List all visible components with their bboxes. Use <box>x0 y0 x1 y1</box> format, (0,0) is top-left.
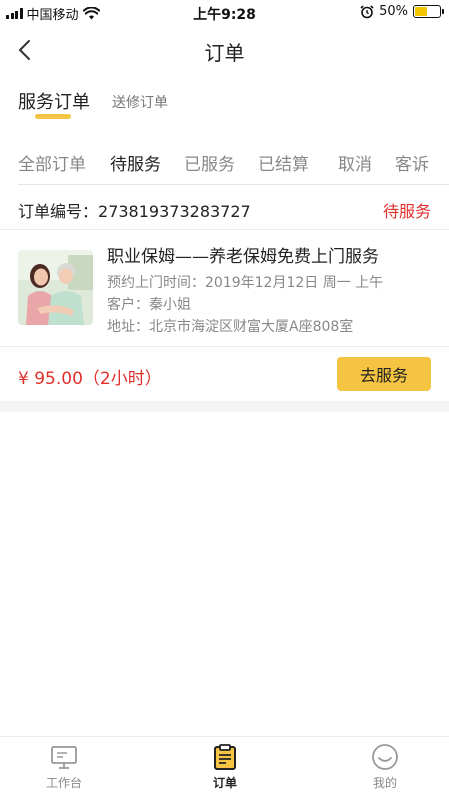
go-service-button[interactable]: 去服务 <box>337 357 431 391</box>
clipboard-icon <box>214 744 236 770</box>
tab-all-orders[interactable]: 全部订单 <box>18 150 86 175</box>
battery-fill <box>415 7 427 16</box>
order-status-badge: 待服务 <box>382 202 431 221</box>
alarm-icon <box>360 4 374 18</box>
order-number-value: 273819373283727 <box>98 202 251 221</box>
battery-percent: 50% <box>379 4 408 19</box>
order-number: 订单编号：273819373283727 <box>18 198 251 222</box>
tab-serviced[interactable]: 已服务 <box>184 150 235 175</box>
tab-complaints[interactable]: 客诉 <box>395 150 429 175</box>
divider <box>0 229 449 230</box>
status-right: 50% <box>360 4 444 19</box>
tab-repair-orders[interactable]: 送修订单 <box>112 92 168 112</box>
service-thumbnail <box>18 250 93 325</box>
divider <box>0 346 449 347</box>
smile-icon <box>372 744 398 770</box>
battery-icon <box>413 5 444 18</box>
tab-cancelled[interactable]: 取消 <box>338 150 372 175</box>
order-item[interactable]: 职业保姆——养老保姆免费上门服务 预约上门时间：2019年12月12日 周一 上… <box>18 240 449 336</box>
divider <box>18 184 449 185</box>
tab-settled[interactable]: 已结算 <box>258 150 309 175</box>
nav-bar: 订单 <box>0 26 449 74</box>
service-address: 地址：北京市海淀区财富大厦A座808室 <box>107 319 354 335</box>
order-price: ¥ 95.00（2小时） <box>18 369 162 389</box>
tabbar-orders[interactable]: 订单 <box>175 743 275 791</box>
service-title: 职业保姆——养老保姆免费上门服务 <box>107 247 379 267</box>
active-tab-indicator <box>35 114 71 119</box>
tabbar-label: 我的 <box>372 776 397 790</box>
tab-service-orders[interactable]: 服务订单 <box>18 88 90 114</box>
tabbar-label: 订单 <box>212 776 237 790</box>
bottom-tab-bar: 工作台 订单 我的 <box>0 736 449 800</box>
monitor-icon <box>51 746 77 769</box>
order-header: 订单编号：273819373283727 待服务 <box>18 195 431 221</box>
order-footer: ¥ 95.00（2小时） 去服务 <box>18 355 431 393</box>
customer-name: 客户：秦小姐 <box>107 297 191 313</box>
page-title: 订单 <box>204 41 245 65</box>
tabbar-workbench[interactable]: 工作台 <box>14 743 114 791</box>
section-separator <box>0 401 449 412</box>
tabbar-label: 工作台 <box>45 776 82 790</box>
tab-pending-service[interactable]: 待服务 <box>110 150 161 175</box>
appointment-time: 预约上门时间：2019年12月12日 周一 上午 <box>107 275 384 291</box>
order-number-label: 订单编号： <box>18 202 99 221</box>
status-filter-tabs: 全部订单 待服务 已服务 已结算 取消 客诉 <box>0 148 449 184</box>
status-bar: 中国移动 上午9:28 50% <box>0 0 449 26</box>
tabbar-profile[interactable]: 我的 <box>335 743 435 791</box>
